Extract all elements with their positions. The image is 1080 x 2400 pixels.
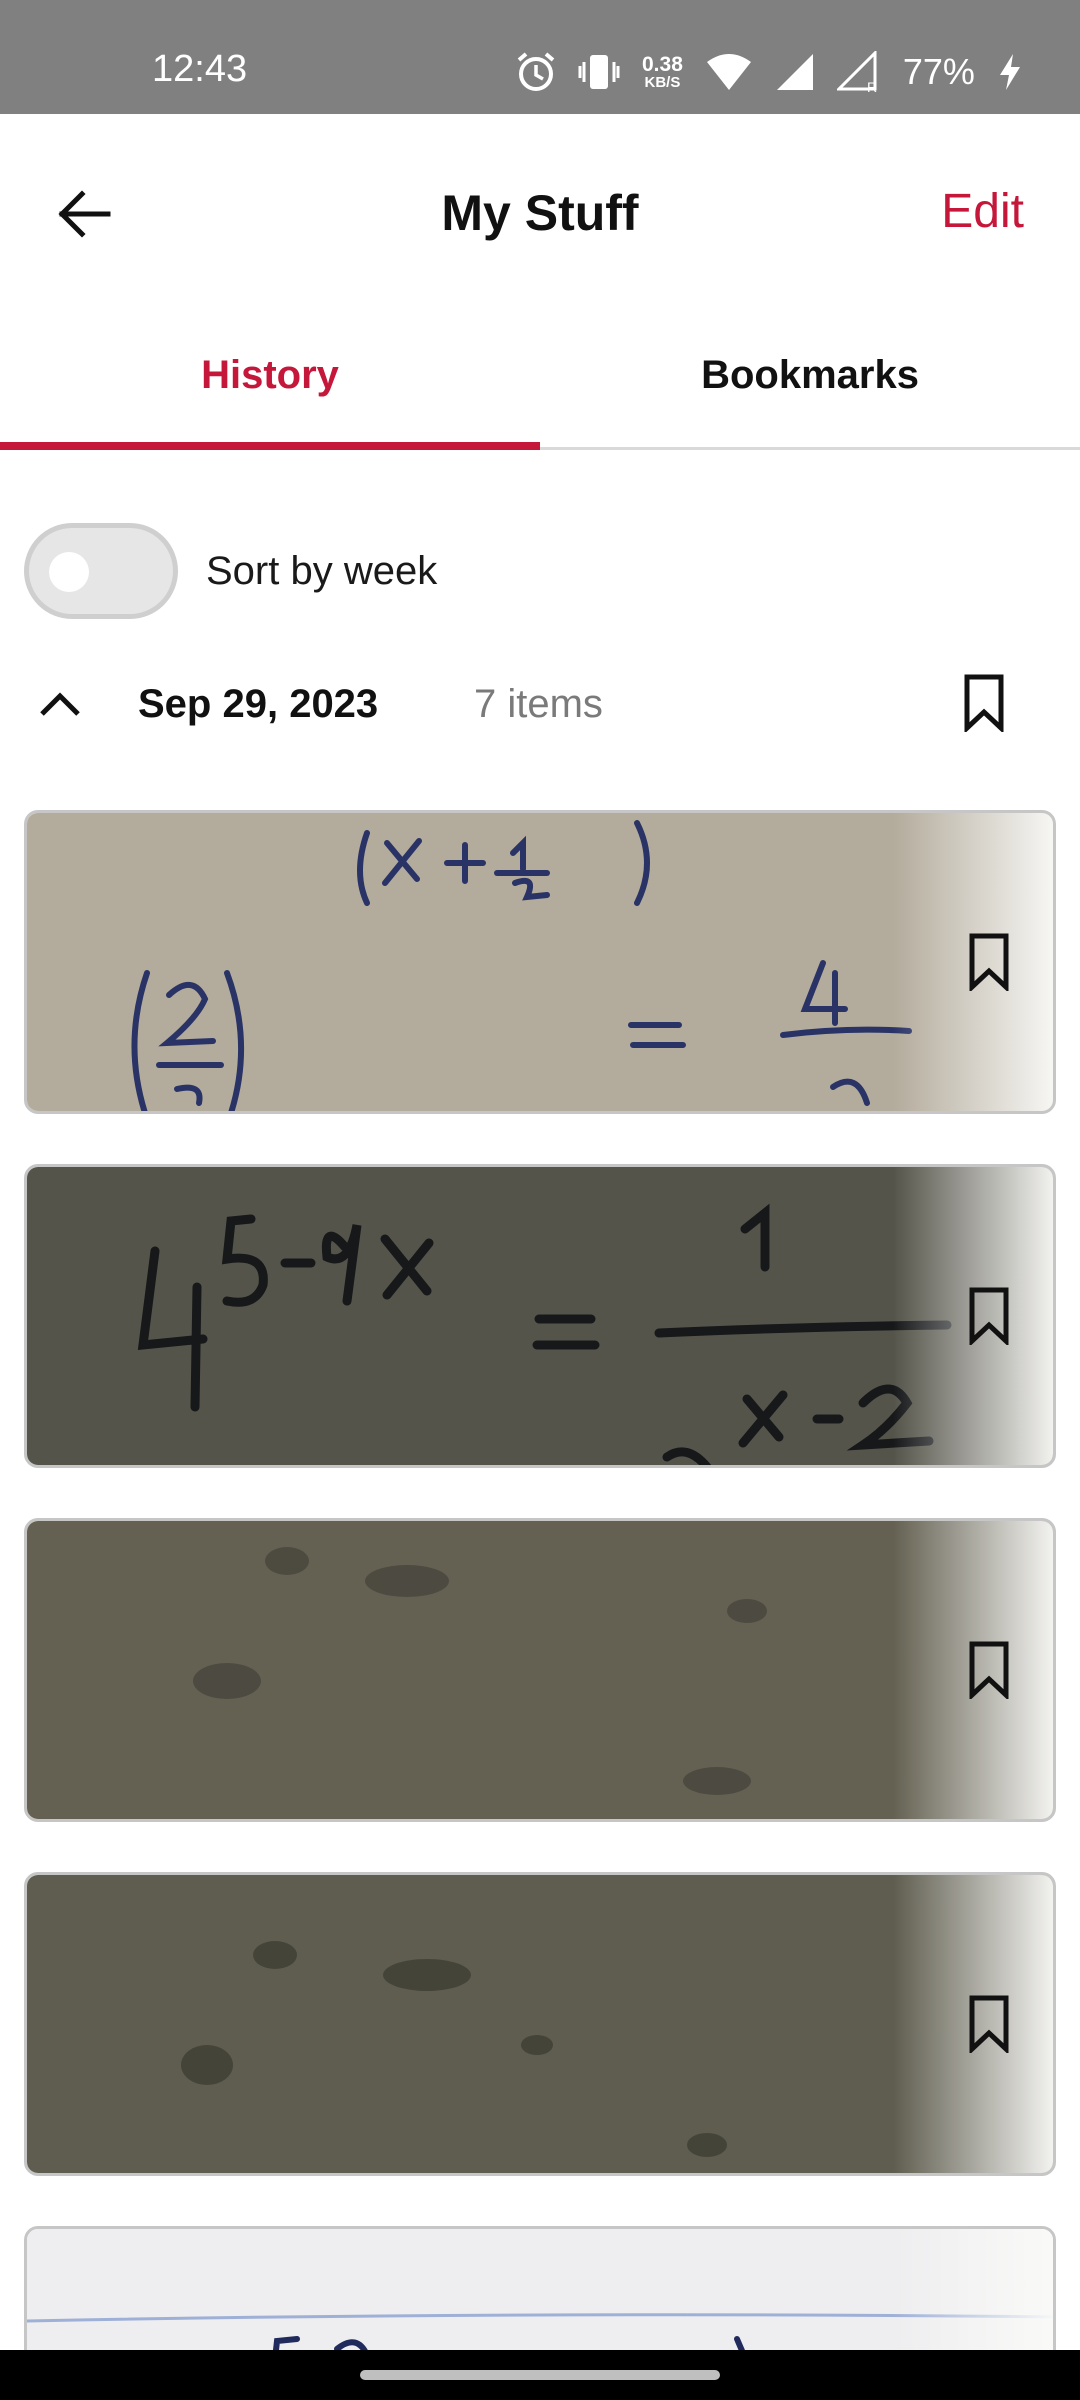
sort-by-week-toggle[interactable]: [24, 523, 178, 619]
group-bookmark-button[interactable]: [956, 672, 1012, 738]
status-time: 12:43: [152, 48, 248, 90]
status-bar: 12:43 0.38 KB/S R 77%: [0, 0, 1080, 114]
tab-bookmarks[interactable]: Bookmarks: [540, 310, 1080, 447]
navigation-bar: [0, 2350, 1080, 2400]
card-bookmark-button[interactable]: [961, 1993, 1017, 2059]
chevron-up-icon: [38, 690, 82, 723]
signal-roaming-icon: R: [836, 51, 881, 93]
app-bar: My Stuff Edit: [0, 114, 1080, 310]
tab-history[interactable]: History: [0, 310, 540, 450]
card-bookmark-button[interactable]: [961, 931, 1017, 997]
bookmark-icon: [969, 1641, 1009, 1704]
card-bookmark-button[interactable]: [961, 1285, 1017, 1351]
sort-by-week-row: Sort by week: [24, 522, 437, 620]
network-speed: 0.38 KB/S: [642, 54, 683, 90]
home-gesture-handle[interactable]: [360, 2370, 720, 2380]
card-bookmark-button[interactable]: [961, 1639, 1017, 1705]
alarm-icon: [516, 51, 556, 93]
vibrate-icon: [578, 52, 620, 92]
charging-icon: [997, 52, 1023, 92]
bookmark-icon: [969, 1995, 1009, 2058]
svg-text:R: R: [867, 79, 877, 93]
sort-by-week-label: Sort by week: [206, 548, 438, 593]
bookmark-icon: [964, 674, 1004, 737]
history-card[interactable]: [24, 810, 1056, 1114]
bookmark-icon: [969, 933, 1009, 996]
wifi-icon: [705, 52, 753, 92]
signal-icon: [775, 52, 815, 92]
bookmark-icon: [969, 1287, 1009, 1350]
group-date: Sep 29, 2023: [138, 682, 379, 726]
toggle-knob: [49, 552, 89, 592]
history-card[interactable]: [24, 1872, 1056, 2176]
history-card[interactable]: [24, 1164, 1056, 1468]
edit-button[interactable]: Edit: [941, 184, 1024, 239]
tab-bar: History Bookmarks: [0, 310, 1080, 450]
network-speed-value: 0.38: [642, 53, 683, 76]
history-card[interactable]: [24, 1518, 1056, 1822]
battery-percent: 77%: [902, 51, 975, 92]
group-item-count: 7 items: [474, 682, 603, 726]
status-icons: 0.38 KB/S R 77%: [516, 46, 1023, 98]
date-group-header: Sep 29, 2023 7 items: [0, 660, 1080, 750]
page-title: My Stuff: [441, 185, 639, 241]
network-speed-unit: KB/S: [644, 74, 681, 91]
collapse-group-button[interactable]: [30, 678, 90, 734]
